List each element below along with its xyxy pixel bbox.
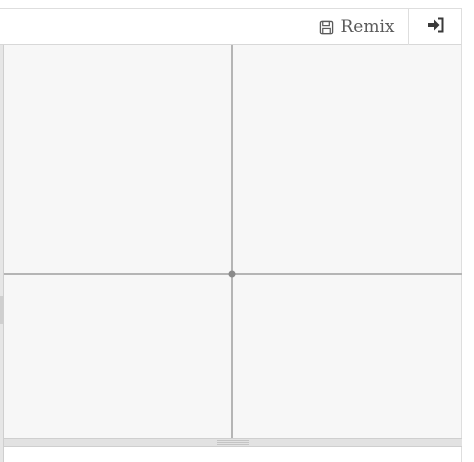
grip-icon bbox=[217, 440, 249, 445]
side-panel-tab[interactable] bbox=[0, 296, 3, 324]
origin-point bbox=[228, 270, 236, 278]
graph-canvas[interactable] bbox=[4, 45, 462, 438]
bottom-panel bbox=[4, 447, 462, 462]
floppy-disk-icon bbox=[319, 20, 334, 35]
remix-button[interactable]: Remix bbox=[306, 9, 408, 45]
sign-in-icon bbox=[427, 17, 445, 37]
axes-svg bbox=[4, 45, 462, 438]
remix-label: Remix bbox=[340, 17, 395, 37]
login-button[interactable] bbox=[408, 9, 462, 45]
app-frame: Remix bbox=[0, 0, 474, 462]
top-toolbar: Remix bbox=[0, 8, 462, 45]
panel-resize-handle[interactable] bbox=[4, 438, 462, 447]
